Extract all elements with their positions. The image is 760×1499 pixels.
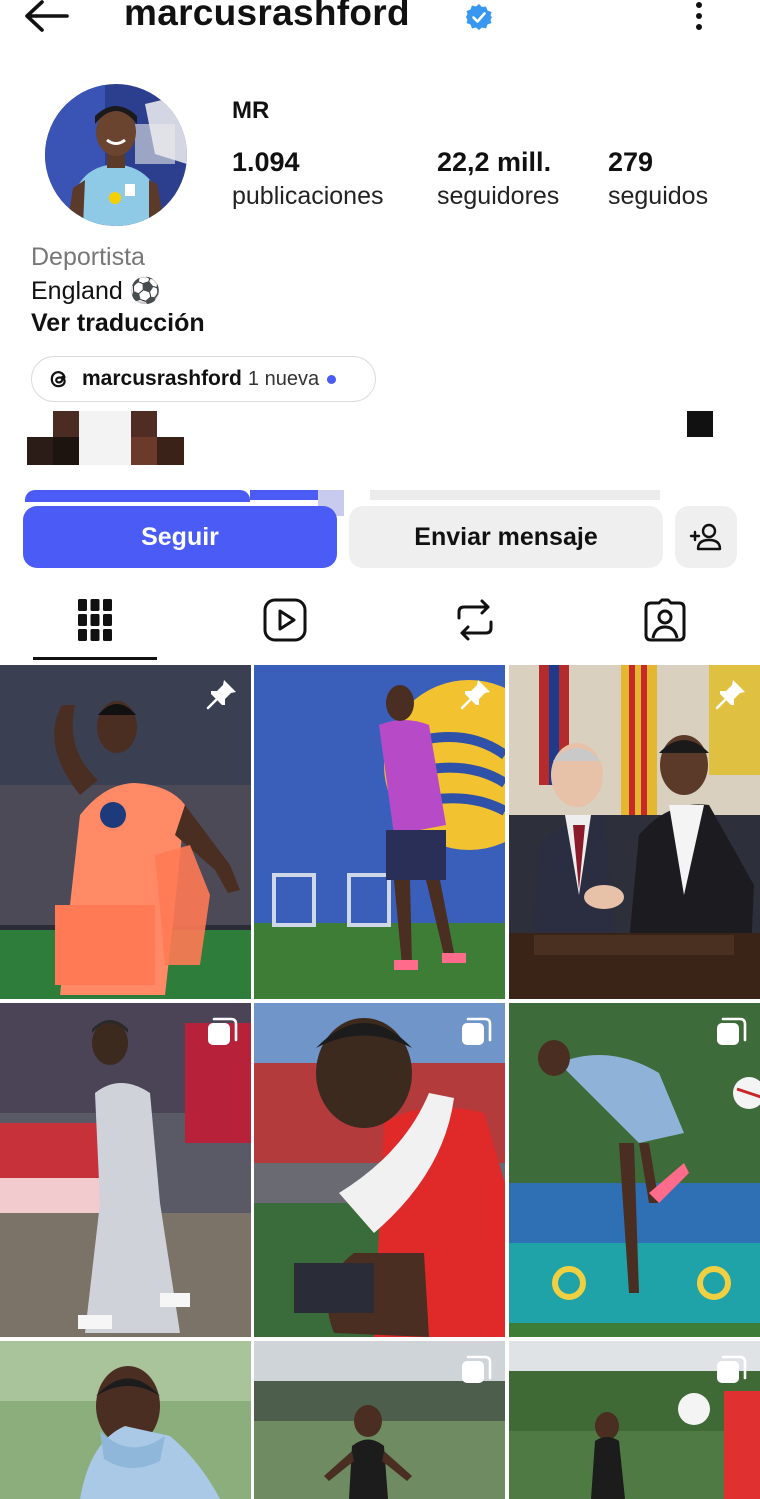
active-tab-indicator (33, 657, 157, 660)
threads-username: marcusrashford (82, 367, 242, 390)
profile-username: marcusrashford (124, 0, 410, 33)
threads-new-badge: 1 nueva (247, 367, 320, 390)
carousel-icon (717, 1355, 747, 1383)
stat-followers-value: 22,2 mill. (437, 147, 552, 177)
stat-followers[interactable]: 22,2 mill. seguidores (437, 145, 559, 213)
carousel-icon (462, 1355, 492, 1383)
post-image (0, 665, 251, 999)
grid-post[interactable] (509, 1341, 760, 1499)
follow-button[interactable]: Seguir (23, 506, 337, 568)
profile-category: Deportista (31, 243, 145, 271)
grid-post[interactable] (509, 1003, 760, 1337)
post-image (254, 1003, 505, 1337)
top-bar: marcusrashford (0, 0, 760, 40)
tab-reposts[interactable] (380, 580, 570, 660)
profile-tabs (0, 580, 760, 662)
arrow-left-icon[interactable] (22, 0, 72, 34)
stat-following-label: seguidos (608, 182, 709, 210)
carousel-icon (208, 1017, 238, 1045)
carousel-icon (717, 1017, 747, 1045)
tab-posts[interactable] (0, 580, 190, 660)
tab-reels[interactable] (190, 580, 380, 660)
add-person-icon (689, 523, 722, 551)
vertical-dots-icon[interactable] (690, 0, 708, 34)
post-image (0, 1341, 251, 1499)
pin-icon (460, 680, 490, 710)
pin-icon (206, 680, 236, 710)
verified-badge-icon (466, 4, 492, 30)
grid-post[interactable] (254, 665, 505, 999)
send-message-button[interactable]: Enviar mensaje (349, 506, 663, 568)
post-image (509, 665, 760, 999)
suggest-people-button[interactable] (675, 506, 737, 568)
threads-icon (50, 371, 66, 388)
pin-icon (715, 680, 745, 710)
stat-posts-value: 1.094 (232, 147, 300, 177)
profile-bio: England ⚽ (31, 277, 161, 305)
carousel-icon (462, 1017, 492, 1045)
stat-posts[interactable]: 1.094 publicaciones (232, 145, 384, 213)
profile-avatar[interactable] (45, 84, 187, 226)
tab-tagged[interactable] (570, 580, 760, 660)
stat-followers-label: seguidores (437, 182, 560, 210)
post-image (0, 1003, 251, 1337)
post-image (509, 1003, 760, 1337)
grid-post[interactable] (0, 1341, 251, 1499)
grid-post[interactable] (254, 1341, 505, 1499)
grid-post[interactable] (254, 1003, 505, 1337)
grid-post[interactable] (509, 665, 760, 999)
reels-icon (263, 598, 307, 642)
profile-full-name: MR (232, 97, 270, 124)
stat-following[interactable]: 279 seguidos (608, 145, 708, 213)
threads-link[interactable]: marcusrashford 1 nueva (31, 356, 376, 402)
grid-post[interactable] (0, 665, 251, 999)
threads-new-dot (327, 374, 337, 384)
avatar-image (45, 84, 187, 226)
grid-icon (78, 599, 112, 641)
tagged-person-icon (644, 598, 686, 642)
grid-post[interactable] (0, 1003, 251, 1337)
see-translation-link[interactable]: Ver traducción (31, 309, 205, 338)
post-image (254, 665, 505, 999)
stat-following-value: 279 (608, 147, 654, 177)
stat-posts-label: publicaciones (232, 182, 384, 210)
repost-icon (457, 599, 493, 641)
